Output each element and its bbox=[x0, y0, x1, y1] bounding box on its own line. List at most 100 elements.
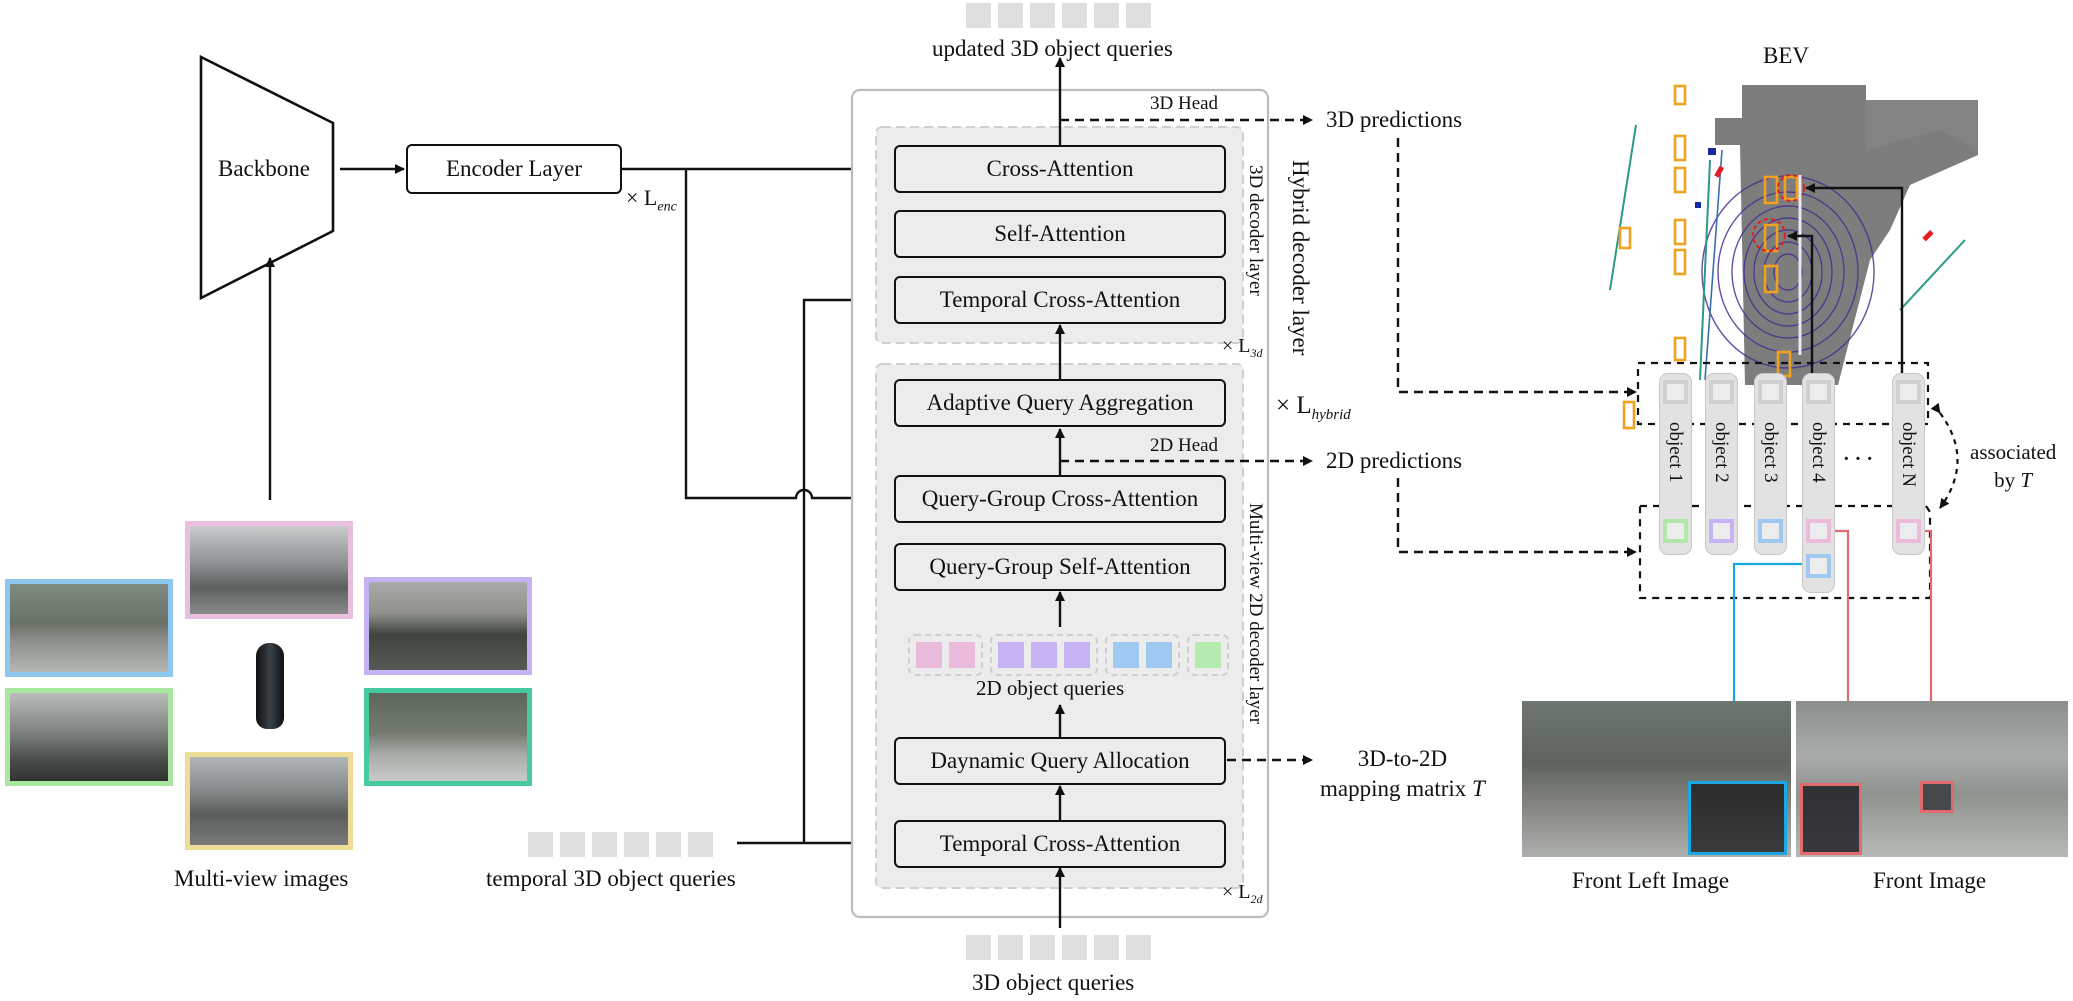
object-column: object 4 bbox=[1802, 373, 1835, 593]
query-group bbox=[1187, 634, 1229, 676]
bev-label: BEV bbox=[1763, 43, 1809, 68]
front-detection-box-far bbox=[1920, 781, 1954, 813]
object-column: object 3 bbox=[1754, 373, 1787, 555]
camera-front-left-thumbnail bbox=[5, 579, 173, 677]
query-token bbox=[1126, 3, 1151, 28]
encoder-repeat-label: × Lenc bbox=[626, 185, 677, 215]
object-3d-query bbox=[1757, 380, 1783, 404]
temporal-cross-attention-3d-block: Temporal Cross-Attention bbox=[894, 276, 1226, 324]
3d-head-label: 3D Head bbox=[1150, 93, 1219, 114]
2d-query-token bbox=[1146, 642, 1172, 668]
query-token bbox=[998, 3, 1023, 28]
object-2d-query bbox=[1895, 519, 1921, 543]
mapping-matrix-label: 3D-to-2D mapping matrix T bbox=[1320, 746, 1485, 801]
object-label: object 2 bbox=[1711, 422, 1732, 483]
2d-query-groups bbox=[908, 634, 1229, 676]
multi-view-images-label: Multi-view images bbox=[174, 866, 349, 891]
object-column: object 2 bbox=[1705, 373, 1738, 555]
query-token bbox=[688, 832, 713, 857]
2d-head-label: 2D Head bbox=[1150, 435, 1219, 456]
query-token bbox=[966, 3, 991, 28]
dynamic-query-allocation-block: Daynamic Query Allocation bbox=[894, 737, 1226, 785]
object-2d-query-extra bbox=[1805, 554, 1831, 578]
camera-back-left-thumbnail bbox=[5, 688, 173, 786]
object-label: object 3 bbox=[1760, 422, 1781, 483]
front-detection-box-near bbox=[1800, 783, 1862, 855]
2d-query-token bbox=[1031, 642, 1057, 668]
hybrid-decoder-repeat: × Lhybrid bbox=[1276, 392, 1351, 423]
front-image-label: Front Image bbox=[1873, 868, 1987, 893]
associated-by-t-label: associated by T bbox=[1970, 440, 2057, 492]
2d-decoder-title: Multi-view 2D decoder layer bbox=[1245, 503, 1266, 725]
query-token bbox=[528, 832, 553, 857]
2d-predictions-label: 2D predictions bbox=[1326, 448, 1463, 473]
front-left-image-label: Front Left Image bbox=[1572, 868, 1730, 893]
object-label: object 1 bbox=[1665, 422, 1686, 483]
cross-attention-block: Cross-Attention bbox=[894, 145, 1226, 193]
associated-by-t-arrow bbox=[1930, 402, 1959, 509]
encoder-layer-block: Encoder Layer bbox=[406, 144, 622, 194]
query-token bbox=[560, 832, 585, 857]
object-3d-query bbox=[1895, 380, 1921, 404]
query-token bbox=[1030, 935, 1055, 960]
object-3d-query bbox=[1662, 380, 1688, 404]
object-2d-query bbox=[1805, 519, 1831, 543]
camera-front-thumbnail bbox=[185, 521, 353, 619]
2d-query-token bbox=[949, 642, 975, 668]
self-attention-block: Self-Attention bbox=[894, 210, 1226, 258]
camera-front-right-thumbnail bbox=[364, 577, 532, 675]
query-group bbox=[1105, 634, 1180, 676]
query-token bbox=[1094, 935, 1119, 960]
front-left-detection-box bbox=[1688, 781, 1787, 855]
2d-query-token bbox=[916, 642, 942, 668]
object-column: object 1 bbox=[1659, 373, 1692, 555]
query-token bbox=[966, 935, 991, 960]
query-token bbox=[624, 832, 649, 857]
query-group-cross-attention-block: Query-Group Cross-Attention bbox=[894, 475, 1226, 523]
object-2d-query bbox=[1662, 519, 1688, 543]
query-token bbox=[592, 832, 617, 857]
2d-pred-to-objects-arrow bbox=[1396, 478, 1637, 557]
3d-predictions-label: 3D predictions bbox=[1326, 107, 1463, 132]
query-group bbox=[990, 634, 1098, 676]
object-label: object N bbox=[1898, 422, 1919, 487]
query-token bbox=[1094, 3, 1119, 28]
query-token bbox=[1126, 935, 1151, 960]
objects-ellipsis: · · · bbox=[1843, 448, 1874, 470]
object-queries-label: 3D object queries bbox=[972, 970, 1135, 995]
3d-decoder-repeat: × L3d bbox=[1222, 335, 1263, 360]
2d-query-token bbox=[1113, 642, 1139, 668]
query-group-self-attention-block: Query-Group Self-Attention bbox=[894, 543, 1226, 591]
2d-decoder-repeat: × L2d bbox=[1222, 881, 1263, 906]
updated-queries-label: updated 3D object queries bbox=[932, 36, 1173, 61]
encoder-layer-label: Encoder Layer bbox=[445, 156, 582, 181]
3d-pred-to-objects-arrow bbox=[1396, 138, 1637, 397]
query-token bbox=[1030, 3, 1055, 28]
hybrid-decoder-title: Hybrid decoder layer bbox=[1288, 160, 1313, 356]
3d-decoder-title: 3D decoder layer bbox=[1245, 165, 1266, 296]
object-3d-query bbox=[1708, 380, 1734, 404]
object-label: object 4 bbox=[1808, 422, 1829, 483]
query-token bbox=[998, 935, 1023, 960]
front-image bbox=[1796, 701, 2068, 857]
query-token bbox=[1062, 935, 1087, 960]
object-2d-query bbox=[1757, 519, 1783, 543]
query-token bbox=[1062, 3, 1087, 28]
query-token bbox=[656, 832, 681, 857]
2d-object-queries-label: 2D object queries bbox=[976, 676, 1125, 700]
camera-back-right-thumbnail bbox=[364, 688, 532, 786]
temporal-cross-attention-2d-block: Temporal Cross-Attention bbox=[894, 820, 1226, 868]
object-column: object N bbox=[1892, 373, 1925, 555]
object-3d-query bbox=[1805, 380, 1831, 404]
backbone-label: Backbone bbox=[218, 156, 310, 181]
camera-back-thumbnail bbox=[185, 752, 353, 850]
front-left-image bbox=[1522, 701, 1791, 857]
adaptive-query-aggregation-block: Adaptive Query Aggregation bbox=[894, 379, 1226, 427]
ego-car-icon bbox=[256, 643, 284, 729]
2d-query-token bbox=[998, 642, 1024, 668]
temporal-queries-label: temporal 3D object queries bbox=[486, 866, 736, 891]
object-2d-query bbox=[1708, 519, 1734, 543]
query-group bbox=[908, 634, 983, 676]
2d-query-token bbox=[1195, 642, 1221, 668]
2d-query-token bbox=[1064, 642, 1090, 668]
